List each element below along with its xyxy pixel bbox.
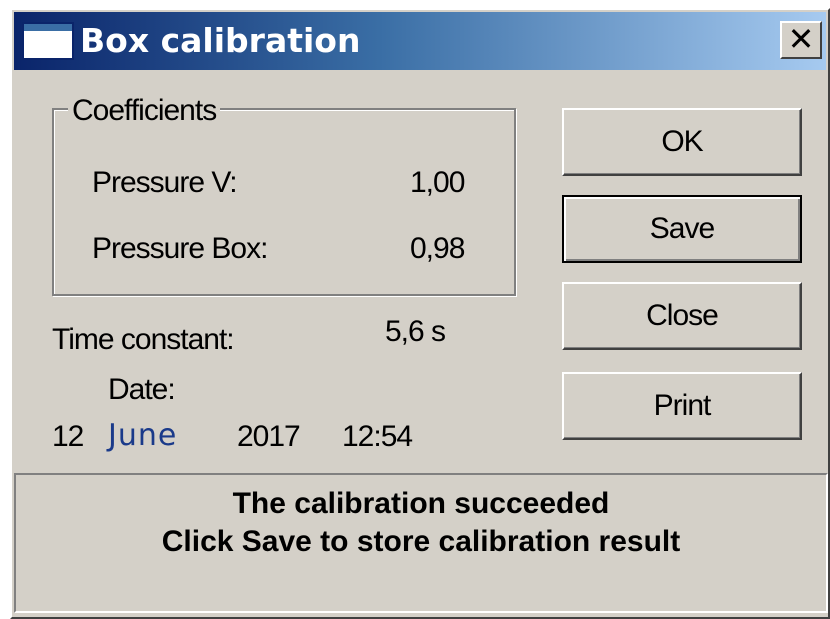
pressure-box-label: Pressure Box:	[92, 232, 268, 265]
close-window-button[interactable]: ✕	[780, 21, 822, 59]
date-day: 12	[52, 420, 84, 453]
date-label: Date:	[108, 373, 176, 406]
pressure-v-value: 1,00	[410, 166, 465, 199]
window-icon	[22, 22, 74, 60]
coefficients-legend: Coefficients	[68, 94, 221, 128]
print-button[interactable]: Print	[562, 372, 802, 440]
pressure-box-value: 0,98	[410, 232, 465, 265]
date-time: 12:54	[342, 420, 413, 453]
window-title: Box calibration	[80, 21, 361, 60]
box-calibration-dialog: Box calibration ✕ Coefficients Pressure …	[10, 8, 830, 619]
title-bar[interactable]: Box calibration ✕	[14, 12, 826, 70]
coefficients-groupbox	[52, 108, 516, 296]
time-constant-value: 5,6 s	[385, 315, 446, 348]
time-constant-label: Time constant:	[52, 323, 235, 356]
date-year: 2017	[237, 420, 301, 453]
date-month: June	[108, 418, 178, 453]
status-message-line2: Click Save to store calibration result	[161, 525, 681, 558]
close-icon: ✕	[787, 20, 815, 58]
ok-button[interactable]: OK	[562, 108, 802, 176]
save-button[interactable]: Save	[562, 195, 802, 263]
close-button[interactable]: Close	[562, 282, 802, 350]
pressure-v-label: Pressure V:	[92, 166, 238, 199]
status-message-line1: The calibration succeeded	[232, 487, 610, 520]
status-panel: The calibration succeeded Click Save to …	[14, 473, 828, 613]
